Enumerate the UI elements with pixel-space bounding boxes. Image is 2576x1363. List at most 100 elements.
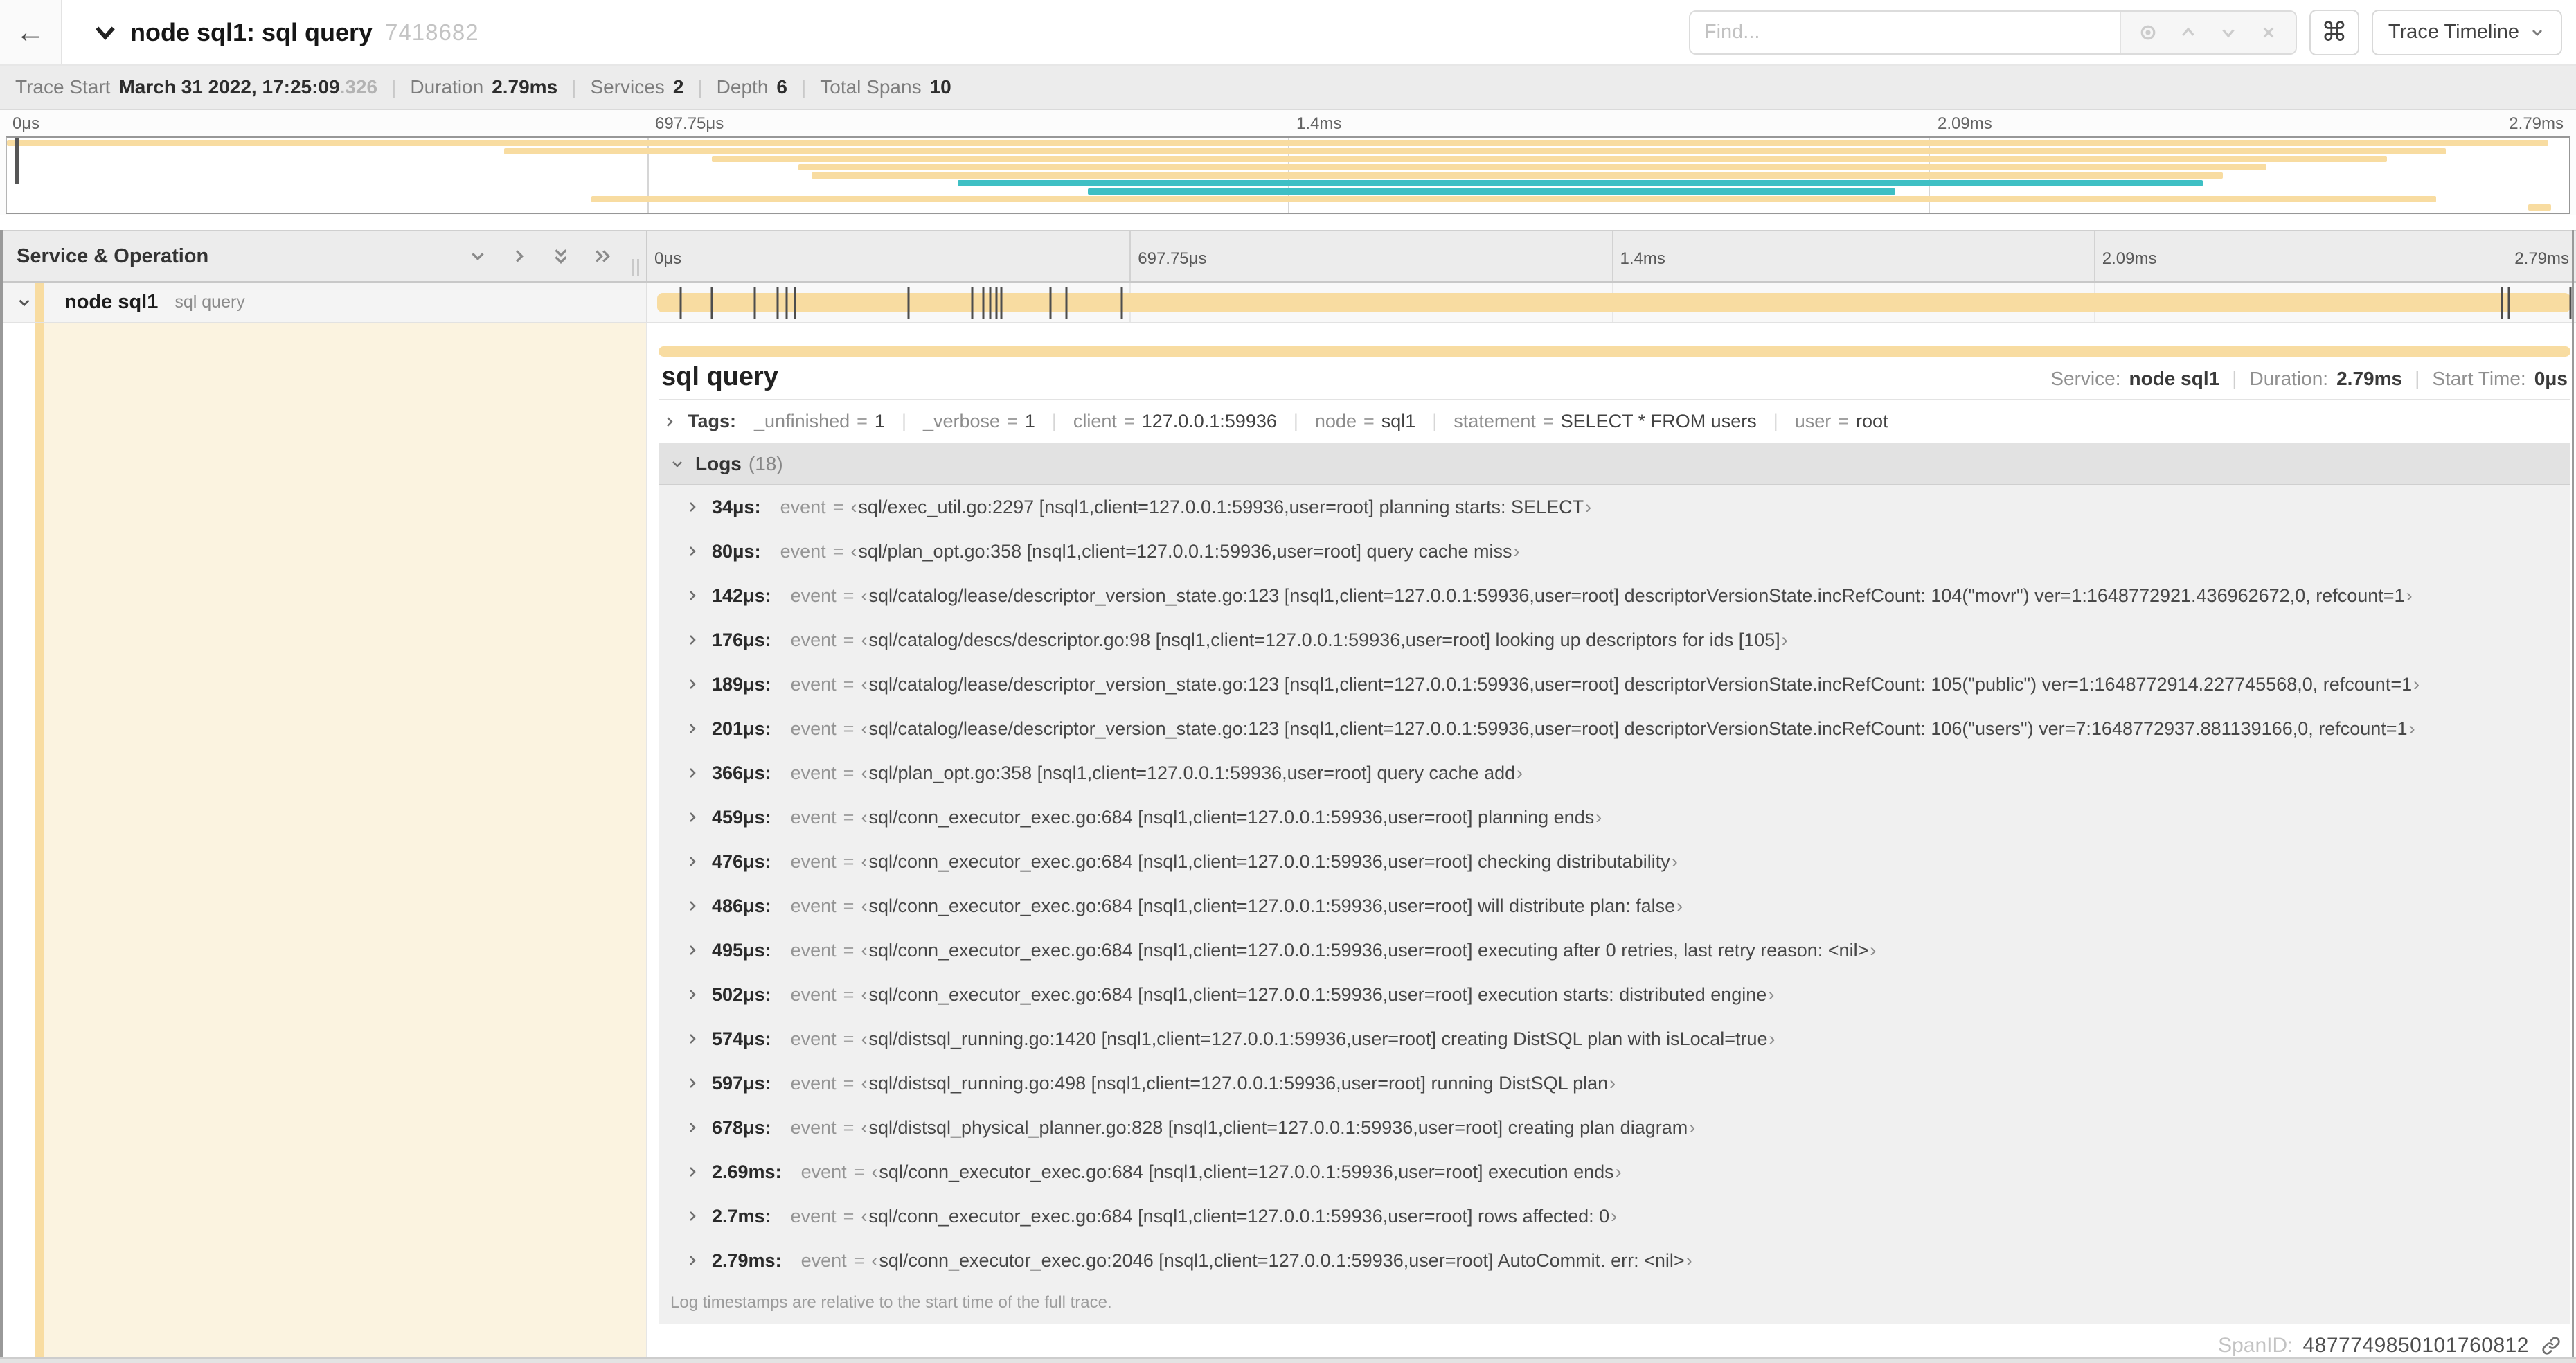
log-entry[interactable]: 502μs event sql/conn_executor_exec.go:68… xyxy=(659,972,2570,1017)
chevron-right-icon xyxy=(684,543,701,560)
span-row-name-cell[interactable]: node sql1 sql query xyxy=(0,283,647,322)
summary-value: 2.79ms xyxy=(492,76,558,98)
log-entry[interactable]: 486μs event sql/conn_executor_exec.go:68… xyxy=(659,884,2570,928)
locate-result-icon[interactable] xyxy=(2128,22,2168,43)
minimap-span-bar xyxy=(2528,204,2552,211)
view-selector-button[interactable]: Trace Timeline xyxy=(2371,9,2562,55)
minimap-canvas[interactable] xyxy=(6,136,2570,214)
minimap-scrubber-handle[interactable] xyxy=(15,138,19,184)
find-input[interactable] xyxy=(1690,11,2120,53)
chevron-down-icon xyxy=(96,26,115,40)
minimap-span-bar xyxy=(711,156,2388,163)
log-entry[interactable]: 495μs event sql/conn_executor_exec.go:68… xyxy=(659,928,2570,972)
detail-span-bar xyxy=(659,346,2570,357)
collapse-one-icon[interactable] xyxy=(467,246,488,267)
log-timestamp: 142μs xyxy=(712,585,771,607)
log-tick-mark xyxy=(753,287,756,319)
collapse-all-icon[interactable] xyxy=(551,246,571,267)
trace-collapse-toggle[interactable] xyxy=(91,19,119,46)
back-button[interactable]: ← xyxy=(0,0,62,64)
keyboard-shortcuts-button[interactable]: ⌘ xyxy=(2309,9,2359,55)
equals-sign xyxy=(843,1117,855,1139)
log-tick-mark xyxy=(785,287,788,319)
minimap-axis-labels: 0μs 697.75μs 1.4ms 2.09ms 2.79ms xyxy=(6,110,2570,136)
tag-item: _unfinished 1 xyxy=(754,411,923,432)
chevron-right-icon xyxy=(684,720,701,737)
command-icon: ⌘ xyxy=(2320,18,2347,47)
log-entry[interactable]: 176μs event sql/catalog/descs/descriptor… xyxy=(659,618,2570,662)
timeline-minimap[interactable]: 0μs 697.75μs 1.4ms 2.09ms 2.79ms xyxy=(0,110,2576,215)
log-entry[interactable]: 201μs event sql/catalog/lease/descriptor… xyxy=(659,706,2570,751)
detail-left-column xyxy=(0,323,647,1357)
log-entry[interactable]: 2.69ms event sql/conn_executor_exec.go:6… xyxy=(659,1150,2570,1194)
ruler-tick-label: 2.09ms xyxy=(2102,249,2157,268)
log-tick-mark xyxy=(989,287,992,319)
previous-result-icon[interactable] xyxy=(2168,22,2208,43)
chevron-right-icon xyxy=(684,1119,701,1136)
log-entry[interactable]: 34μs event sql/exec_util.go:2297 [nsql1,… xyxy=(659,485,2570,529)
copy-link-icon[interactable] xyxy=(2540,1335,2562,1357)
chevron-right-icon xyxy=(684,676,701,693)
tag-item: statement SELECT * FROM users xyxy=(1454,411,1794,432)
logs-header[interactable]: Logs (18) xyxy=(659,443,2570,485)
minimap-span-bar xyxy=(798,163,2267,170)
equals-sign xyxy=(1543,411,1554,432)
start-time-label: Start Time: xyxy=(2432,368,2526,389)
chevron-right-icon xyxy=(684,1075,701,1092)
minimap-span-row xyxy=(7,196,2569,203)
minimap-span-bar xyxy=(1088,188,1895,195)
log-field-key: event xyxy=(790,762,837,783)
equals-sign xyxy=(843,674,855,695)
log-entry[interactable]: 476μs event sql/conn_executor_exec.go:68… xyxy=(659,839,2570,884)
axis-tick-label: 2.79ms xyxy=(2509,114,2564,133)
log-timestamp: 597μs xyxy=(712,1073,771,1094)
clear-search-icon[interactable] xyxy=(2248,22,2289,43)
summary-value-fraction: .326 xyxy=(339,76,378,98)
log-entry[interactable]: 80μs event sql/plan_opt.go:358 [nsql1,cl… xyxy=(659,529,2570,573)
log-entry[interactable]: 597μs event sql/distsql_running.go:498 [… xyxy=(659,1061,2570,1105)
service-operation-title: Service & Operation xyxy=(17,244,209,267)
next-result-icon[interactable] xyxy=(2208,22,2248,43)
scrollbar-track[interactable] xyxy=(2572,230,2574,1359)
minimap-span-row xyxy=(7,140,2569,146)
timeline-controls xyxy=(467,246,613,267)
chevron-right-icon xyxy=(661,413,678,430)
tags-label: Tags: xyxy=(688,411,737,431)
trace-id: 7418682 xyxy=(385,19,479,45)
tags-accordion[interactable]: Tags: _unfinished 1 _verbose 1 xyxy=(659,400,2570,443)
log-timestamp: 476μs xyxy=(712,851,771,873)
minimap-span-rows xyxy=(7,140,2569,211)
log-entry[interactable]: 142μs event sql/catalog/lease/descriptor… xyxy=(659,573,2570,618)
tag-item: user root xyxy=(1795,411,1888,432)
log-timestamp: 2.69ms xyxy=(712,1161,782,1183)
expand-all-icon[interactable] xyxy=(592,246,613,267)
log-timestamp: 486μs xyxy=(712,896,771,917)
tag-key: _unfinished xyxy=(754,411,850,431)
log-field-key: event xyxy=(790,673,837,695)
span-id-row: SpanID: 4877749850101760812 xyxy=(659,1334,2570,1357)
log-field-key: event xyxy=(780,540,826,562)
log-field-key: event xyxy=(790,1116,837,1138)
log-entry[interactable]: 459μs event sql/conn_executor_exec.go:68… xyxy=(659,795,2570,839)
log-field-value: sql/conn_executor_exec.go:684 [nsql1,cli… xyxy=(861,1206,1617,1227)
axis-tick-label: 2.09ms xyxy=(1938,114,1992,133)
log-entry[interactable]: 678μs event sql/distsql_physical_planner… xyxy=(659,1105,2570,1150)
log-entry[interactable]: 189μs event sql/catalog/lease/descriptor… xyxy=(659,662,2570,706)
ruler-tick-label: 697.75μs xyxy=(1138,249,1207,268)
timeline-ruler: 0μs 697.75μs 1.4ms 2.09ms 2.79ms xyxy=(647,231,2576,281)
column-resizer-handle[interactable] xyxy=(632,259,639,276)
log-field-value: sql/plan_opt.go:358 [nsql1,client=127.0.… xyxy=(861,763,1523,784)
log-entry[interactable]: 366μs event sql/plan_opt.go:358 [nsql1,c… xyxy=(659,751,2570,795)
chevron-right-icon xyxy=(684,1031,701,1047)
tags-list: _unfinished 1 _verbose 1 client xyxy=(754,411,1888,432)
log-entry[interactable]: 2.7ms event sql/conn_executor_exec.go:68… xyxy=(659,1194,2570,1238)
log-tick-mark xyxy=(995,287,998,319)
expand-one-icon[interactable] xyxy=(509,246,530,267)
minimap-span-row xyxy=(7,156,2569,163)
log-entry[interactable]: 2.79ms event sql/conn_executor_exec.go:2… xyxy=(659,1238,2570,1283)
tag-key: client xyxy=(1073,411,1117,431)
chevron-right-icon xyxy=(684,499,701,515)
axis-tick-label: 0μs xyxy=(12,114,40,133)
log-entry[interactable]: 574μs event sql/distsql_running.go:1420 … xyxy=(659,1017,2570,1061)
log-field-value: sql/distsql_running.go:498 [nsql1,client… xyxy=(861,1073,1616,1094)
